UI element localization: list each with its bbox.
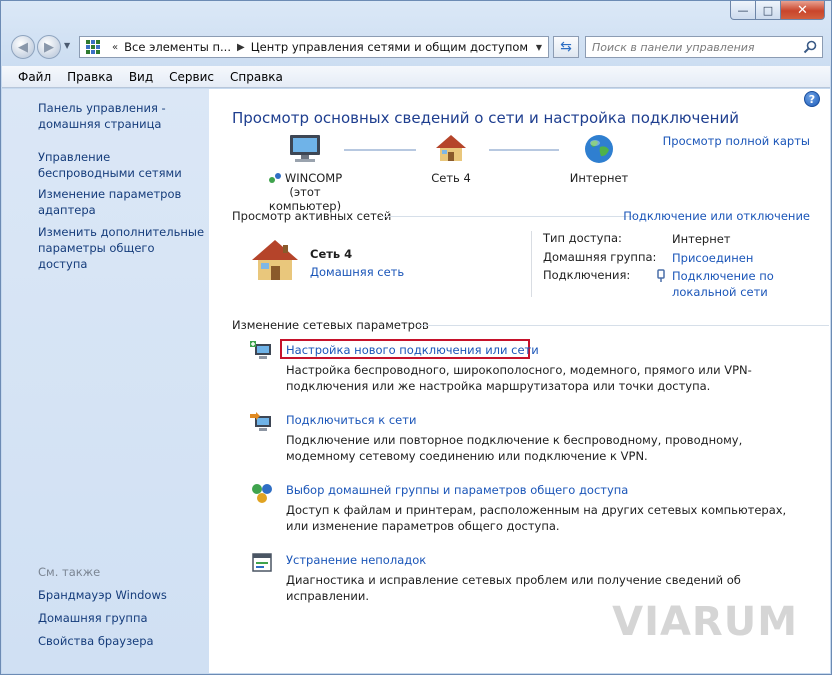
map-connector-line	[344, 149, 416, 151]
watermark: VIARUM	[612, 599, 798, 645]
back-arrow-icon: ◀	[18, 39, 28, 55]
menu-file[interactable]: Файл	[10, 70, 59, 84]
breadcrumb-item[interactable]: Центр управления сетями и общим доступом	[251, 40, 528, 54]
homegroup-sharing-icon	[252, 484, 272, 503]
refresh-button[interactable]: ⇆	[553, 36, 579, 58]
map-internet-label: Интернет	[569, 171, 629, 185]
address-dropdown-icon[interactable]: ▼	[530, 37, 548, 57]
search-box[interactable]	[585, 36, 823, 58]
computer-name: WINCOMP	[284, 171, 343, 185]
search-input[interactable]	[592, 40, 802, 54]
troubleshoot-link[interactable]: Устранение неполадок	[286, 553, 426, 567]
sidebar-link-homegroup[interactable]: Домашняя группа	[38, 610, 206, 626]
connect-network-icon	[250, 412, 271, 431]
maximize-button[interactable]: □	[756, 1, 781, 20]
home-network-icon	[252, 240, 298, 280]
task-description: Подключение или повторное подключение к …	[286, 433, 743, 463]
setup-new-connection-link[interactable]: Настройка нового подключения или сети	[286, 343, 539, 357]
main-content: ? Просмотр основных сведений о сети и на…	[209, 89, 830, 673]
sidebar-link-advanced-sharing[interactable]: Изменить дополнительные параметры общего…	[38, 224, 206, 272]
page-title: Просмотр основных сведений о сети и наст…	[232, 109, 739, 127]
menu-help[interactable]: Справка	[222, 70, 291, 84]
sidebar-link-adapter-settings[interactable]: Изменение параметров адаптера	[38, 186, 206, 218]
task-description: Доступ к файлам и принтерам, расположенн…	[286, 503, 787, 533]
vertical-divider	[531, 231, 532, 297]
navigation-bar: ◀ ▶ ▼ « Все элементы п... ▶ Центр управл…	[9, 34, 823, 60]
recent-pages-dropdown[interactable]: ▼	[64, 41, 70, 50]
breadcrumb-overflow-icon[interactable]: «	[112, 42, 118, 53]
close-button[interactable]: ✕	[781, 1, 825, 20]
help-icon[interactable]: ?	[804, 91, 820, 107]
menu-bar: Файл Правка Вид Сервис Справка	[2, 66, 830, 88]
view-full-map-link[interactable]: Просмотр полной карты	[663, 134, 810, 148]
map-node-internet[interactable]: Интернет	[559, 133, 639, 185]
troubleshoot-icon	[252, 553, 272, 572]
task-description: Настройка беспроводного, широкополосного…	[286, 363, 752, 393]
globe-icon	[585, 135, 613, 163]
map-network-label: Сеть 4	[431, 171, 471, 185]
homegroup-value-link[interactable]: Присоединен	[672, 250, 753, 266]
sidebar-link-manage-wireless[interactable]: Управление беспроводными сетями	[38, 149, 206, 181]
lan-connection-icon	[657, 269, 665, 282]
sidebar-link-browser-properties[interactable]: Свойства браузера	[38, 633, 206, 649]
address-bar[interactable]: « Все элементы п... ▶ Центр управления с…	[79, 36, 549, 58]
minimize-button[interactable]: —	[730, 1, 756, 20]
forward-arrow-icon: ▶	[44, 39, 54, 55]
map-connector-line	[489, 149, 559, 151]
connect-disconnect-link[interactable]: Подключение или отключение	[623, 209, 810, 223]
lan-connection-link[interactable]: Подключение по локальной сети	[672, 268, 782, 300]
section-divider	[381, 216, 636, 217]
control-panel-icon	[86, 40, 102, 54]
menu-tools[interactable]: Сервис	[161, 70, 222, 84]
connections-label: Подключения:	[543, 268, 631, 282]
new-connection-icon	[250, 341, 271, 359]
homegroup-sharing-link[interactable]: Выбор домашней группы и параметров общег…	[286, 483, 628, 497]
change-settings-heading: Изменение сетевых параметров	[232, 318, 429, 332]
network-type-link[interactable]: Домашняя сеть	[310, 265, 404, 279]
breadcrumb-separator-icon[interactable]: ▶	[237, 42, 245, 53]
home-network-icon	[436, 135, 466, 161]
network-adapter-icon	[268, 173, 281, 183]
map-node-computer[interactable]: WINCOMP (этот компьютер)	[255, 133, 355, 213]
back-button[interactable]: ◀	[11, 35, 35, 59]
access-type-value: Интернет	[672, 232, 731, 246]
menu-edit[interactable]: Правка	[59, 70, 121, 84]
active-network-name: Сеть 4	[310, 247, 353, 261]
map-node-network[interactable]: Сеть 4	[416, 133, 486, 185]
control-panel-window: — □ ✕ ◀ ▶ ▼ « Все элементы п... ▶ Центр …	[0, 0, 832, 675]
section-divider	[419, 325, 829, 326]
connect-to-network-link[interactable]: Подключиться к сети	[286, 413, 416, 427]
breadcrumb-item[interactable]: Все элементы п...	[124, 40, 231, 54]
refresh-icon: ⇆	[560, 39, 572, 55]
access-type-label: Тип доступа:	[543, 231, 622, 245]
caption-buttons: — □ ✕	[730, 1, 825, 20]
search-icon[interactable]	[803, 40, 817, 54]
forward-button[interactable]: ▶	[37, 35, 61, 59]
sidebar-link-firewall[interactable]: Брандмауэр Windows	[38, 587, 206, 603]
active-networks-heading: Просмотр активных сетей	[232, 209, 392, 223]
computer-icon	[290, 135, 320, 162]
sidebar-link-control-panel-home[interactable]: Панель управления - домашняя страница	[38, 100, 206, 132]
left-task-pane: Панель управления - домашняя страница Уп…	[2, 89, 209, 673]
menu-view[interactable]: Вид	[121, 70, 161, 84]
homegroup-label: Домашняя группа:	[543, 250, 657, 264]
see-also-heading: См. также	[38, 565, 101, 579]
